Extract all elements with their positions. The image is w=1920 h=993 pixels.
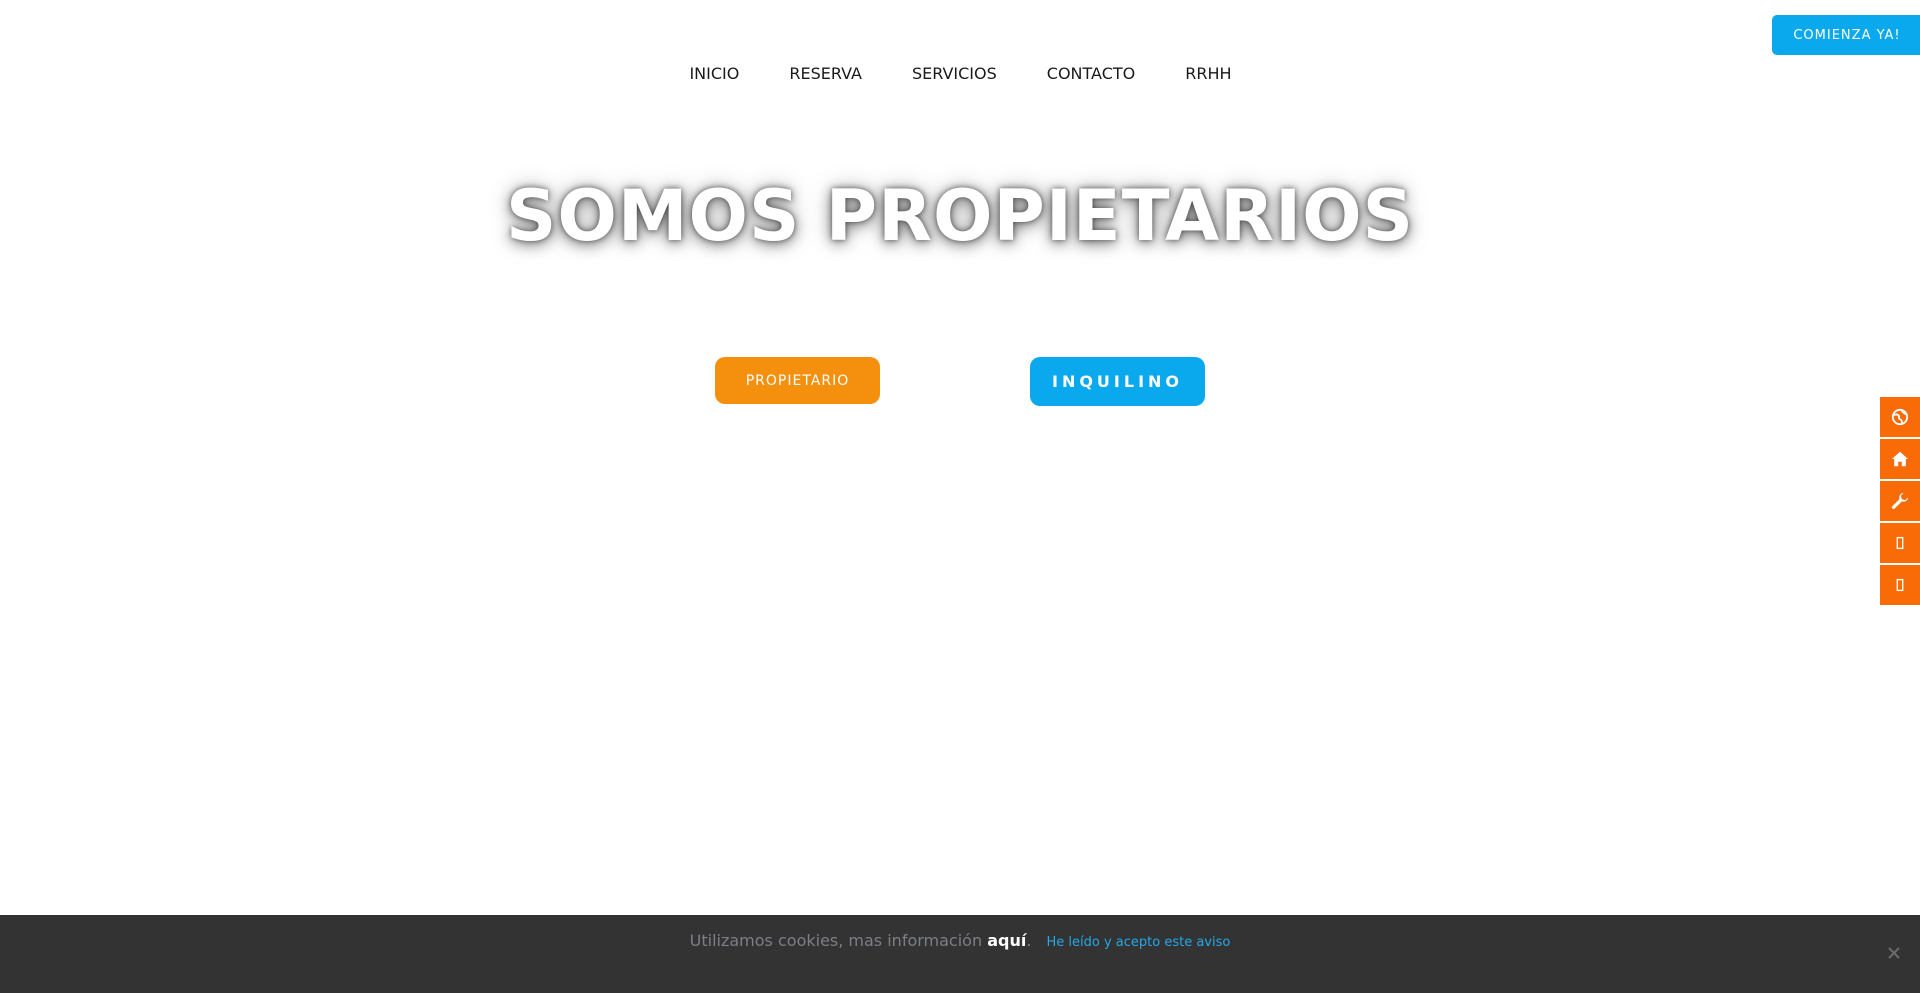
cookie-banner: Utilizamos cookies, mas información aquí… (0, 915, 1920, 993)
globe-icon[interactable] (1880, 397, 1920, 437)
nav-item-servicios[interactable]: SERVICIOS (912, 64, 997, 83)
cookie-message: Utilizamos cookies, mas información (689, 931, 983, 950)
hero-title: SOMOS PROPIETARIOS (505, 175, 1415, 257)
page: COMIENZA YA! INICIO RESERVA SERVICIOS CO… (0, 0, 1920, 993)
side-floating-bar (1880, 397, 1920, 607)
missing-glyph-icon[interactable] (1880, 565, 1920, 605)
propietario-button[interactable]: PROPIETARIO (715, 357, 880, 404)
comienza-ya-button[interactable]: COMIENZA YA! (1772, 15, 1920, 55)
nav-item-contacto[interactable]: CONTACTO (1047, 64, 1135, 83)
nav-item-rrhh[interactable]: RRHH (1185, 64, 1231, 83)
nav-item-inicio[interactable]: INICIO (689, 64, 739, 83)
cookie-punct: . (1026, 931, 1032, 950)
main-nav: INICIO RESERVA SERVICIOS CONTACTO RRHH (0, 64, 1920, 83)
cookie-accept-link[interactable]: He leído y acepto este aviso (1047, 935, 1231, 950)
home-icon[interactable] (1880, 439, 1920, 479)
close-icon[interactable] (1886, 945, 1902, 961)
missing-glyph-icon[interactable] (1880, 523, 1920, 563)
nav-item-reserva[interactable]: RESERVA (789, 64, 862, 83)
wrench-icon[interactable] (1880, 481, 1920, 521)
inquilino-button[interactable]: INQUILINO (1030, 357, 1205, 406)
cookie-info-link[interactable]: aquí (987, 931, 1026, 950)
cookie-text: Utilizamos cookies, mas información aquí… (0, 931, 1920, 950)
